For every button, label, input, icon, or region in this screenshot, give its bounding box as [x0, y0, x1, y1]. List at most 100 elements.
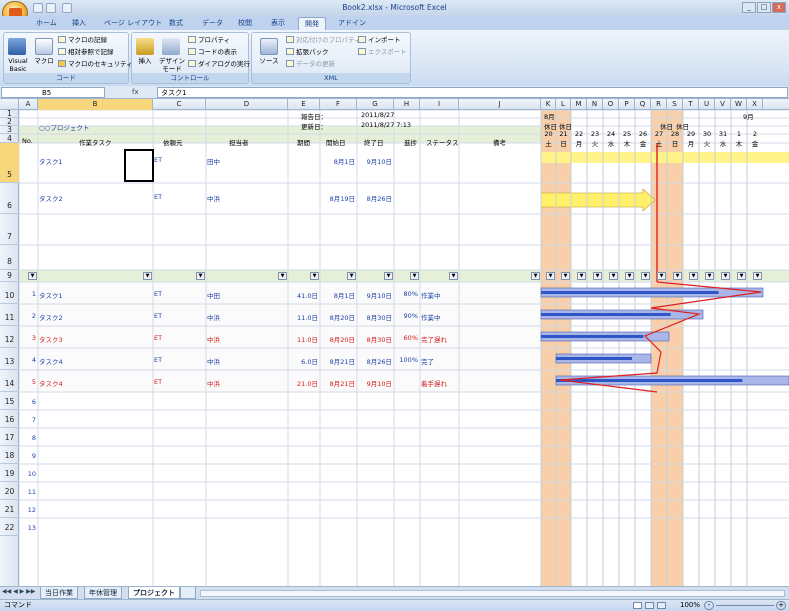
row-header-9[interactable]: 9	[0, 270, 19, 282]
task-period[interactable]: 11.0日	[288, 334, 318, 344]
task-start[interactable]: 8月1日	[320, 290, 355, 300]
column-header-O[interactable]: O	[603, 99, 619, 110]
record-macro-button[interactable]: マクロの記録	[58, 36, 107, 45]
import-button[interactable]: インポート	[358, 36, 401, 45]
row-header-22[interactable]: 22	[0, 518, 19, 536]
sheet-nav-arrows-icon[interactable]: ◀◀ ◀ ▶ ▶▶	[2, 588, 35, 595]
normal-view-icon[interactable]	[633, 602, 642, 609]
row-number-cell[interactable]: 6	[19, 398, 36, 406]
expansion-pack-button[interactable]: 拡張パック	[286, 48, 329, 57]
row-number-cell[interactable]: 10	[19, 470, 36, 478]
task-name[interactable]: タスク4	[39, 356, 63, 366]
column-header-Q[interactable]: Q	[635, 99, 651, 110]
task-status[interactable]: 完了遅れ	[421, 334, 447, 344]
filter-dropdown-icon[interactable]: ▼	[449, 272, 458, 280]
task-end[interactable]: 8月30日	[357, 334, 392, 344]
filter-dropdown-icon[interactable]: ▼	[689, 272, 698, 280]
filter-dropdown-icon[interactable]: ▼	[546, 272, 555, 280]
macro-icon[interactable]	[35, 38, 53, 55]
tab-home[interactable]: ホーム	[30, 17, 63, 30]
row-number-cell[interactable]: 9	[19, 452, 36, 460]
column-header-U[interactable]: U	[699, 99, 715, 110]
filter-dropdown-icon[interactable]: ▼	[410, 272, 419, 280]
task-period[interactable]: 41.0日	[288, 290, 318, 300]
filter-dropdown-icon[interactable]: ▼	[721, 272, 730, 280]
row-header-11[interactable]: 11	[0, 304, 19, 326]
row-number-cell[interactable]: 13	[19, 524, 36, 532]
close-button[interactable]: x	[772, 2, 786, 13]
task-end[interactable]: 8月30日	[357, 312, 392, 322]
task-no[interactable]: 1	[19, 290, 36, 298]
column-header-C[interactable]: C	[153, 99, 206, 110]
tab-formulas[interactable]: 数式	[163, 17, 189, 30]
upper-task-end[interactable]: 8月26日	[357, 193, 392, 203]
row-header-7[interactable]: 7	[0, 214, 19, 245]
upper-task-owner[interactable]: 田中	[207, 156, 220, 166]
task-status[interactable]: 作業中	[421, 312, 441, 322]
row-number-cell[interactable]: 7	[19, 416, 36, 424]
task-name[interactable]: タスク2	[39, 312, 63, 322]
column-header-D[interactable]: D	[206, 99, 288, 110]
project-name[interactable]: ○○プロジェクト	[39, 122, 89, 132]
refresh-data-button[interactable]: データの更新	[286, 60, 335, 69]
column-header-P[interactable]: P	[619, 99, 635, 110]
row-header-12[interactable]: 12	[0, 326, 19, 348]
design-mode-icon[interactable]	[162, 38, 180, 55]
row-header-5[interactable]: 5	[0, 143, 19, 183]
sheet-tab-leave[interactable]: 年休管理	[84, 587, 122, 599]
task-owner[interactable]: 中浜	[207, 312, 220, 322]
maximize-button[interactable]: □	[757, 2, 771, 13]
upper-task-client[interactable]: ET	[154, 156, 162, 164]
row-header-4[interactable]: 4	[0, 134, 19, 143]
zoom-out-icon[interactable]: -	[704, 601, 714, 610]
task-status[interactable]: 着手遅れ	[421, 378, 447, 388]
task-owner[interactable]: 中浜	[207, 334, 220, 344]
upper-task-end[interactable]: 9月10日	[357, 156, 392, 166]
task-client[interactable]: ET	[154, 312, 162, 320]
upper-task-client[interactable]: ET	[154, 193, 162, 201]
zoom-level[interactable]: 100%	[680, 600, 700, 611]
map-properties-button[interactable]: 対応付けのプロパティ	[286, 36, 361, 45]
column-header-K[interactable]: K	[541, 99, 556, 110]
task-period[interactable]: 11.0日	[288, 312, 318, 322]
task-owner[interactable]: 中浜	[207, 378, 220, 388]
column-header-W[interactable]: W	[731, 99, 747, 110]
filter-dropdown-icon[interactable]: ▼	[561, 272, 570, 280]
macro-button[interactable]: マクロ	[33, 57, 55, 65]
task-start[interactable]: 8月21日	[320, 356, 355, 366]
row-header-8[interactable]: 8	[0, 245, 19, 270]
task-client[interactable]: ET	[154, 356, 162, 364]
column-header-N[interactable]: N	[587, 99, 603, 110]
task-no[interactable]: 5	[19, 378, 36, 386]
row-header-21[interactable]: 21	[0, 500, 19, 518]
tab-data[interactable]: データ	[196, 17, 229, 30]
row-header-6[interactable]: 6	[0, 183, 19, 214]
task-owner[interactable]: 中田	[207, 290, 220, 300]
task-name[interactable]: タスク4	[39, 378, 63, 388]
report-date-value[interactable]: 2011/8/27	[361, 111, 394, 119]
column-header-H[interactable]: H	[394, 99, 420, 110]
task-name[interactable]: タスク1	[39, 290, 63, 300]
selected-cell-b5[interactable]	[124, 149, 154, 182]
column-header-S[interactable]: S	[667, 99, 683, 110]
insert-function-icon[interactable]: fx	[108, 87, 156, 98]
filter-dropdown-icon[interactable]: ▼	[705, 272, 714, 280]
visual-basic-button[interactable]: Visual Basic	[5, 57, 31, 73]
filter-dropdown-icon[interactable]: ▼	[593, 272, 602, 280]
save-icon[interactable]	[33, 3, 43, 13]
page-layout-view-icon[interactable]	[645, 602, 654, 609]
task-client[interactable]: ET	[154, 334, 162, 342]
task-no[interactable]: 2	[19, 312, 36, 320]
column-header-M[interactable]: M	[571, 99, 587, 110]
task-status[interactable]: 作業中	[421, 290, 441, 300]
formula-input[interactable]: タスク1	[157, 87, 788, 98]
task-start[interactable]: 8月20日	[320, 312, 355, 322]
filter-dropdown-icon[interactable]: ▼	[278, 272, 287, 280]
column-header-B[interactable]: B	[38, 99, 153, 110]
tab-view[interactable]: 表示	[265, 17, 291, 30]
column-header-L[interactable]: L	[556, 99, 571, 110]
task-progress[interactable]: 90%	[394, 312, 418, 320]
task-progress[interactable]: 60%	[394, 334, 418, 342]
macro-security-button[interactable]: マクロのセキュリティ	[58, 60, 133, 69]
updated-value[interactable]: 2011/8/27 7:13	[361, 121, 411, 129]
